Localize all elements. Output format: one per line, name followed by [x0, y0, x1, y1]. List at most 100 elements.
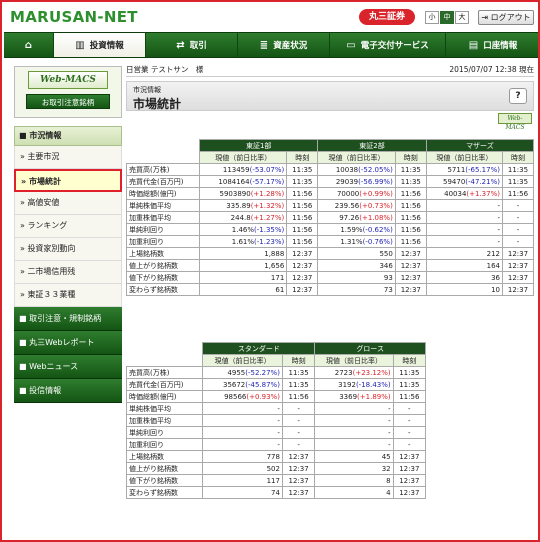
time-cell: 12:37 [286, 247, 319, 260]
time-cell: - [281, 426, 316, 439]
sidebar-item-margin-balance[interactable]: » 二市場信用残 [14, 261, 122, 284]
page-title: 市場統計 [133, 97, 182, 111]
time-cell: 11:56 [394, 187, 427, 200]
time-cell: 11:35 [394, 163, 427, 176]
sidebar-item-ranking[interactable]: » ランキング [14, 215, 122, 238]
value: 1.61% [231, 237, 255, 246]
value: 164 [486, 261, 500, 270]
table-row: 加重利回り 1.61%(-1.23%) 11:56 1.31%(-0.76%) 11:5… [125, 235, 535, 248]
value: - [277, 440, 280, 449]
webmacs-small-logo[interactable]: Web-MACS [498, 113, 532, 131]
time-cell: - [392, 402, 427, 415]
value: 36 [491, 273, 500, 282]
row-label: 加重利回り [125, 235, 201, 248]
sidebar-item-web-report[interactable]: ■ 丸三Webレポート [14, 331, 122, 355]
page-subtitle: 市況情報 [133, 86, 161, 94]
current-value-cell: 244.8(+1.27%) [199, 211, 288, 224]
webmacs-logo[interactable]: Web-MACS [28, 71, 108, 89]
change-percent: (-65.17%) [465, 165, 500, 174]
current-value-cell: 45 [314, 450, 394, 463]
column-group-header: グロース [314, 342, 426, 355]
current-value-cell: 1084164(-57.17%) [199, 175, 288, 188]
corner-cell [126, 139, 200, 164]
square-bullet-icon: ■ [19, 131, 30, 140]
value: 45 [381, 452, 391, 461]
sidebar-item-fund-info[interactable]: ■ 投信情報 [14, 379, 122, 403]
value: - [497, 237, 500, 246]
time-cell: 12:37 [501, 271, 535, 284]
time-cell: 12:37 [286, 259, 319, 272]
table-row: 値下がり銘柄数 171 12:37 93 12:37 36 12:37 [125, 271, 535, 284]
caution-stocks-label: お取引注意銘柄 [41, 98, 95, 107]
nav-label: 資産状況 [273, 41, 308, 51]
nav-investment-info[interactable]: ▥ 投資情報 [54, 33, 146, 57]
square-bullet-icon: ■ [19, 338, 30, 347]
value: 59470 [443, 177, 466, 186]
current-value-cell: - [202, 426, 283, 439]
nav-label: 取引 [189, 41, 207, 51]
value: 502 [266, 464, 280, 473]
sidebar-item-investor-trends[interactable]: » 投資家別動向 [14, 238, 122, 261]
nav-home[interactable]: ⌂ [4, 33, 54, 57]
sidebar-item-web-news[interactable]: ■ Webニュース [14, 355, 122, 379]
time-cell: 11:35 [392, 366, 427, 379]
sidebar-item-regulated-stocks[interactable]: ■ 取引注意・規制銘柄 [14, 307, 122, 331]
time-cell: 11:35 [501, 175, 535, 188]
row-label: 単純利回り [125, 426, 204, 439]
value: 550 [379, 249, 393, 258]
value: 97.26 [339, 213, 360, 222]
time-cell: 11:56 [286, 187, 319, 200]
site-logo[interactable]: MARUSAN-NET [10, 8, 138, 26]
value: 74 [271, 488, 280, 497]
column-group-header: 東証1部 [199, 139, 319, 152]
row-label: 変わらず銘柄数 [125, 486, 204, 499]
table-row: 加重株価平均 - - - - [125, 414, 427, 427]
time-cell: - [392, 414, 427, 427]
value: 4 [386, 488, 391, 497]
row-label: 値上がり銘柄数 [125, 462, 204, 475]
sidebar-section-market-info[interactable]: ■ 市況情報 [14, 126, 122, 146]
column-group-header: スタンダード [202, 342, 316, 355]
change-percent: (+23.12%) [352, 368, 391, 377]
row-label: 売買高(万株) [125, 366, 204, 379]
table-row: 上場銘柄数 778 12:37 45 12:37 [125, 450, 427, 463]
change-percent: (-47.21%) [465, 177, 500, 186]
font-size-large-button[interactable]: 大 [455, 11, 469, 24]
home-icon: ⌂ [24, 39, 33, 51]
time-cell: 12:37 [392, 450, 427, 463]
sidebar-item-main-market[interactable]: » 主要市況 [14, 146, 122, 169]
nav-assets[interactable]: ≣ 資産状況 [238, 33, 330, 57]
sidebar-item-label: 投信情報 [29, 386, 62, 395]
time-cell: - [281, 414, 316, 427]
current-value-cell: 778 [202, 450, 283, 463]
current-value-cell: 502 [202, 462, 283, 475]
value: 335.89 [226, 201, 251, 210]
table-row: 値上がり銘柄数 1,656 12:37 346 12:37 164 12:37 [125, 259, 535, 272]
font-size-small-button[interactable]: 小 [425, 11, 439, 24]
change-percent: (-52.05%) [358, 165, 393, 174]
sidebar-item-market-stats[interactable]: » 市場統計 [14, 169, 122, 192]
table-row: 単純株価平均 335.89(+1.32%) 11:56 239.56(+0.73%) 1… [125, 199, 535, 212]
current-value-cell: 61 [199, 283, 288, 296]
time-cell: 12:37 [394, 247, 427, 260]
font-size-medium-button[interactable]: 中 [440, 11, 454, 24]
nav-e-delivery[interactable]: ▭ 電子交付サービス [330, 33, 446, 57]
nav-account-info[interactable]: ▤ 口座情報 [446, 33, 538, 57]
table-row: 売買高(万株) 4955(-52.27%) 11:35 2723(+23.12%) 11… [125, 366, 427, 379]
table-row: 時価総額(億円) 98566(+0.93%) 11:56 3369(+1.89%) 11… [125, 390, 427, 403]
nav-trade[interactable]: ⇄ 取引 [146, 33, 238, 57]
sidebar-item-33-sectors[interactable]: » 東証３３業種 [14, 284, 122, 307]
sidebar-item-label: 高値安値 [27, 198, 60, 207]
row-label: 売買代金(百万円) [125, 175, 201, 188]
nav-label: 電子交付サービス [360, 41, 429, 51]
table-row: 値上がり銘柄数 502 12:37 32 12:37 [125, 462, 427, 475]
change-percent: (+1.27%) [250, 213, 285, 222]
page-title-box: 市況情報 市場統計 ? [126, 81, 534, 111]
current-value-cell: 164 [425, 259, 503, 272]
sidebar-item-high-low[interactable]: » 高値安値 [14, 192, 122, 215]
logout-button[interactable]: ⇥ ログアウト [478, 10, 534, 25]
time-cell: 12:37 [394, 271, 427, 284]
help-button[interactable]: ? [509, 88, 527, 104]
value: 29039 [335, 177, 359, 186]
caution-stocks-button[interactable]: お取引注意銘柄 [26, 94, 110, 109]
